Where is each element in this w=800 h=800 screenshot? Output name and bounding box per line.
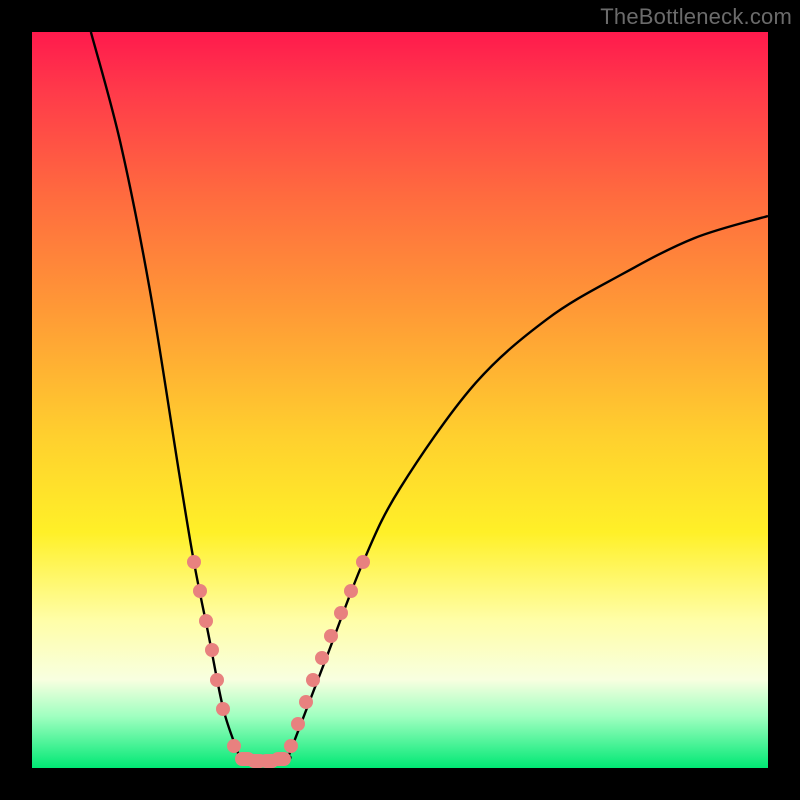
data-marker <box>271 752 291 766</box>
data-marker <box>315 651 329 665</box>
data-marker <box>216 702 230 716</box>
data-marker <box>344 584 358 598</box>
outer-frame: TheBottleneck.com <box>0 0 800 800</box>
data-marker <box>227 739 241 753</box>
data-marker <box>324 629 338 643</box>
data-marker <box>284 739 298 753</box>
watermark-text: TheBottleneck.com <box>600 4 792 30</box>
data-marker <box>187 555 201 569</box>
data-marker <box>291 717 305 731</box>
data-markers <box>32 32 768 768</box>
data-marker <box>299 695 313 709</box>
data-marker <box>205 643 219 657</box>
plot-area <box>32 32 768 768</box>
data-marker <box>199 614 213 628</box>
data-marker <box>210 673 224 687</box>
data-marker <box>193 584 207 598</box>
data-marker <box>334 606 348 620</box>
data-marker <box>306 673 320 687</box>
data-marker <box>356 555 370 569</box>
